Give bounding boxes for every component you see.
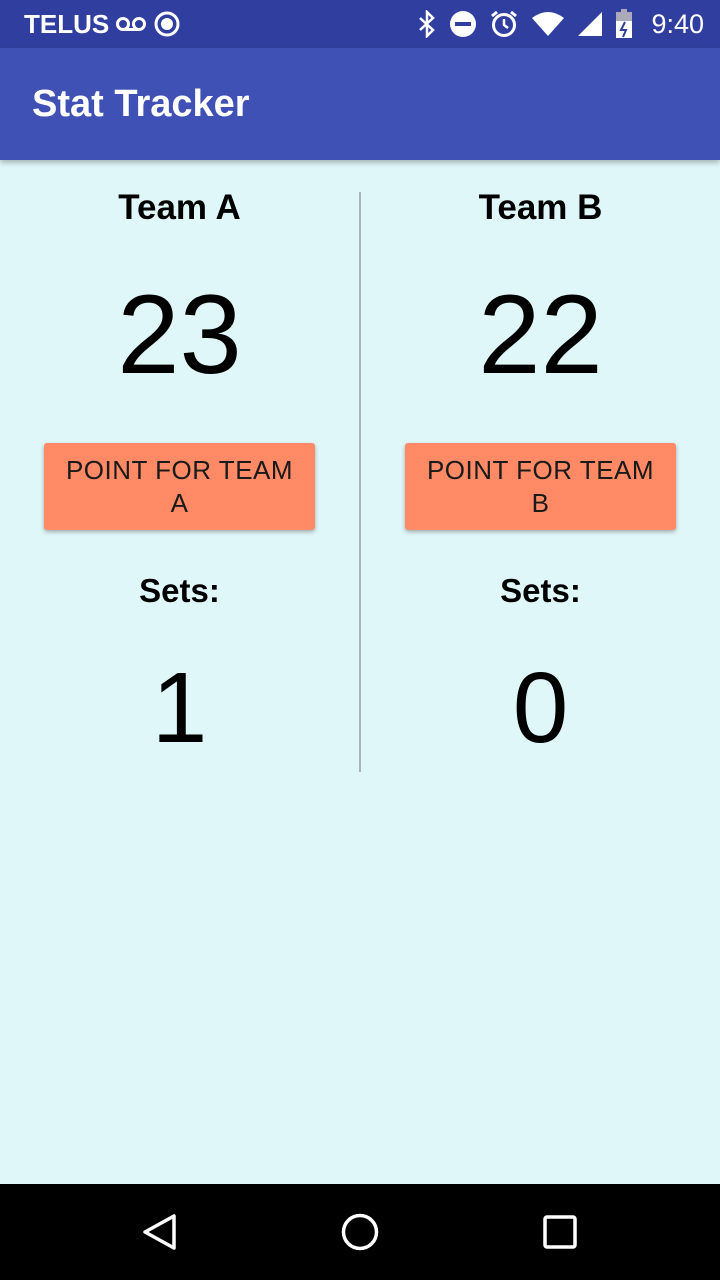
app-bar: Stat Tracker [0,48,720,160]
cellular-signal-icon [577,11,603,37]
sync-circle-icon [153,10,181,38]
point-for-team-b-button[interactable]: POINT FOR TEAM B [405,443,676,530]
voicemail-icon [115,15,147,33]
wifi-icon [531,11,565,37]
do-not-disturb-icon [449,10,477,38]
team-a-score: 23 [117,272,242,397]
status-bar: TELUS 9:40 [0,0,720,48]
battery-icon [615,9,633,39]
navigation-bar [0,1184,720,1280]
back-icon[interactable] [140,1212,180,1252]
team-b-name: Team B [478,188,603,227]
recents-icon[interactable] [540,1212,580,1252]
alarm-icon [489,9,519,39]
team-b-score: 22 [478,272,603,397]
team-b-sets-label: Sets: [500,572,581,609]
team-b-sets-value: 0 [512,652,569,764]
team-a-name: Team A [118,188,241,227]
app-title: Stat Tracker [32,82,250,125]
status-left: TELUS [24,9,181,40]
status-right: 9:40 [417,9,704,40]
status-time: 9:40 [651,8,704,39]
point-for-team-a-button[interactable]: POINT FOR TEAM A [44,443,315,530]
home-icon[interactable] [340,1212,380,1252]
team-a-sets-label: Sets: [139,572,220,609]
carrier-name: TELUS [24,8,110,39]
team-a-sets-value: 1 [151,652,208,764]
main-content: Team A 23 POINT FOR TEAM A Sets: 1 Team … [0,160,720,1184]
bluetooth-icon [417,10,437,38]
